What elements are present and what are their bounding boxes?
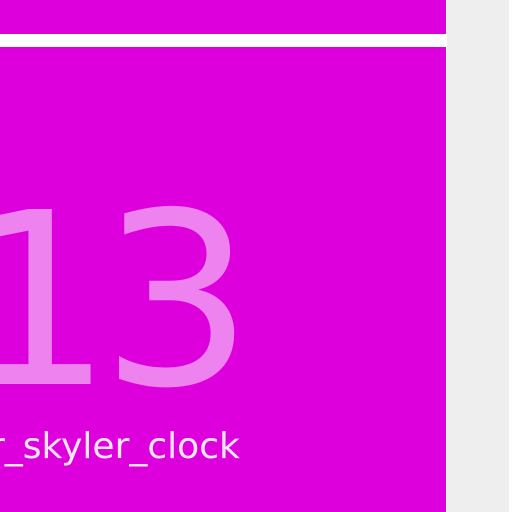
clock-widget-panel[interactable]: 13 r_skyler_clock (0, 47, 446, 512)
clock-widget-label: r_skyler_clock (0, 426, 240, 467)
top-widget-panel[interactable] (0, 0, 446, 34)
screen: 13 r_skyler_clock (0, 0, 512, 512)
clock-number: 13 (0, 161, 253, 441)
side-strip (447, 0, 512, 512)
